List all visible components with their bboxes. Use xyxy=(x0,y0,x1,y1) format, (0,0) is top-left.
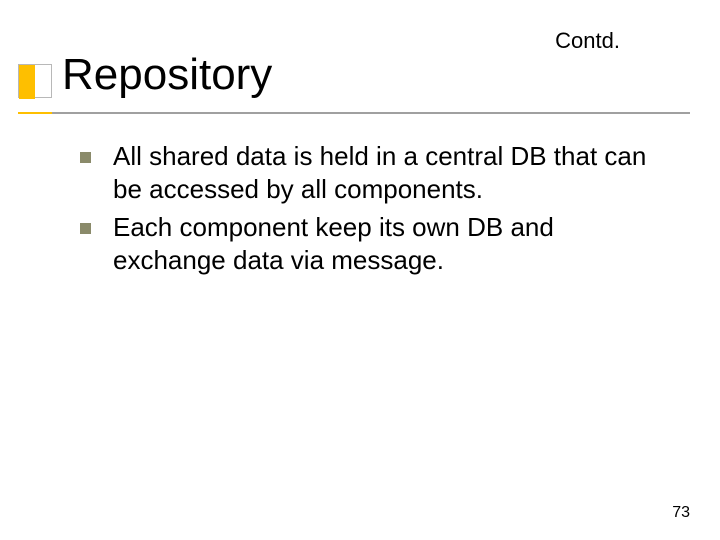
title-accent-icon xyxy=(18,64,52,98)
bullet-text: All shared data is held in a central DB … xyxy=(113,140,670,207)
slide-body: All shared data is held in a central DB … xyxy=(80,140,670,281)
continued-label: Contd. xyxy=(555,28,620,54)
page-number: 73 xyxy=(672,504,690,522)
bullet-text: Each component keep its own DB and excha… xyxy=(113,211,670,278)
slide-title: Repository xyxy=(62,50,272,100)
title-underline xyxy=(18,112,690,114)
list-item: All shared data is held in a central DB … xyxy=(80,140,670,207)
slide-header: Contd. Repository xyxy=(0,0,720,120)
list-item: Each component keep its own DB and excha… xyxy=(80,211,670,278)
square-bullet-icon xyxy=(80,152,91,163)
square-bullet-icon xyxy=(80,223,91,234)
